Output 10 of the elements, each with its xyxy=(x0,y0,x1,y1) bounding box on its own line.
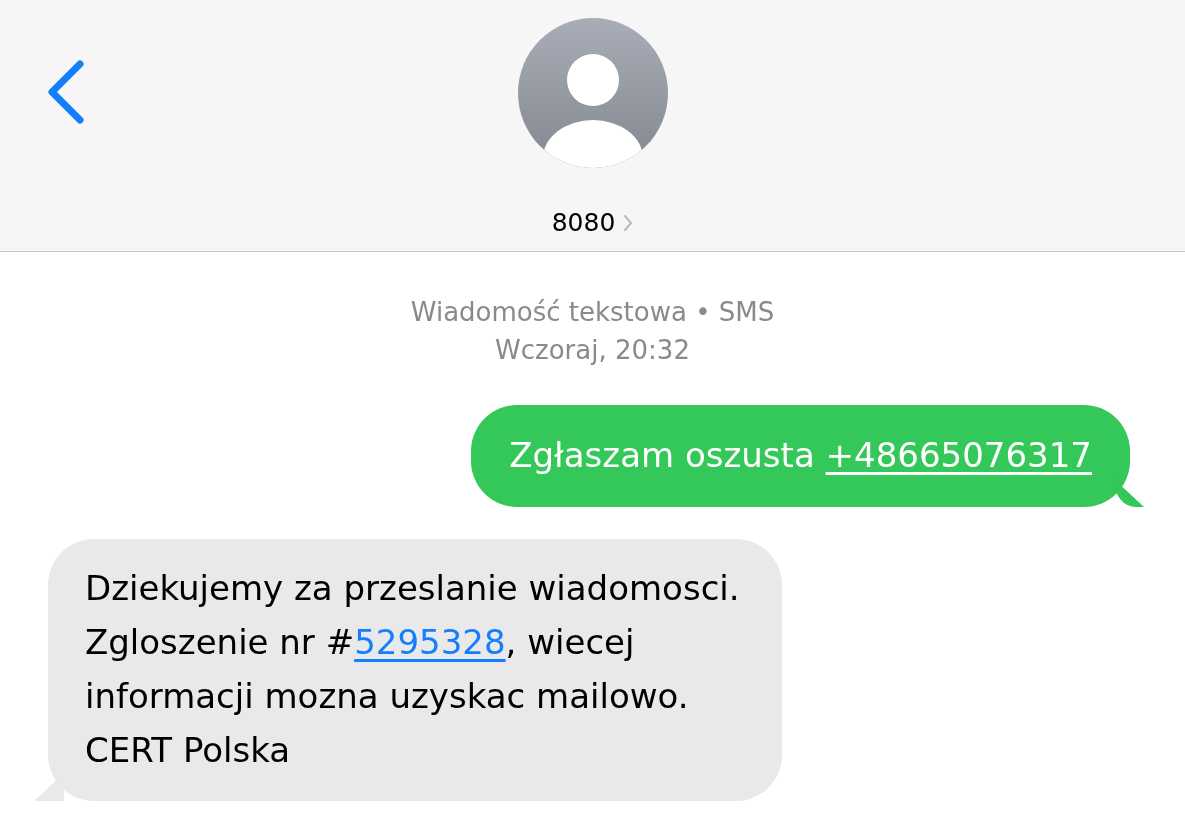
message-text: Dziekujemy za przeslanie wiadomosci. Zgloszenie nr #5295328, wiecej informacji mozna uzyskac mailowo. CERT Polska xyxy=(85,567,740,772)
avatar-icon[interactable] xyxy=(517,18,668,168)
chevron-icon xyxy=(623,213,634,232)
back-button[interactable] xyxy=(46,60,86,124)
message-link[interactable]: 5295328 xyxy=(354,622,506,662)
message-timestamp: Wczoraj, 20:32 xyxy=(495,334,690,367)
message-timestamp: Wiadomość tekstowa • SMS xyxy=(410,296,775,329)
contact-name[interactable]: 8080 xyxy=(551,208,634,237)
message-text: Zgłaszam oszusta +48665076317 xyxy=(509,434,1092,477)
message-link[interactable]: +48665076317 xyxy=(825,435,1092,475)
